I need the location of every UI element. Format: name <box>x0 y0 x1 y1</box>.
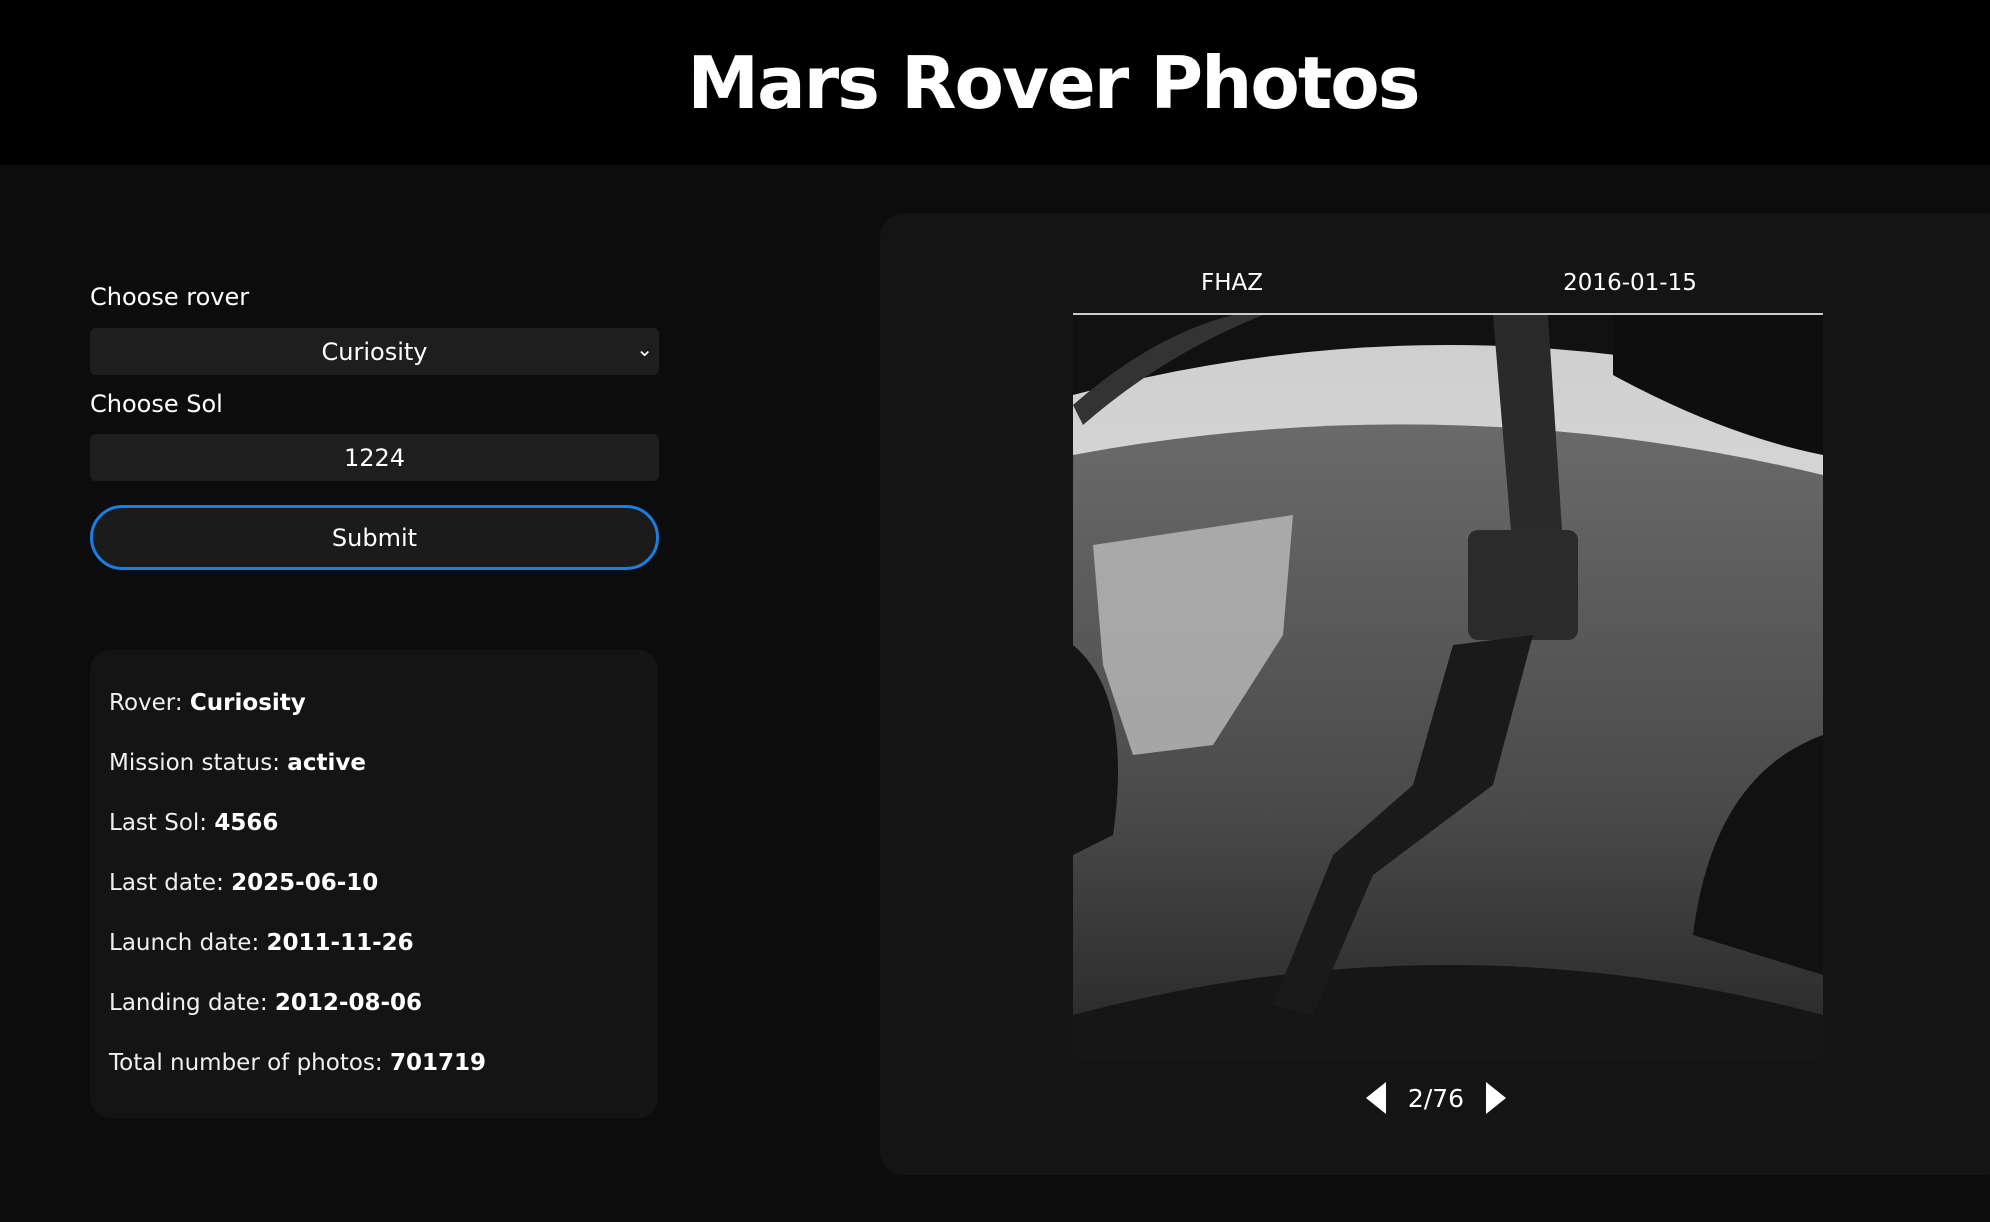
rover-info-card: Rover: Curiosity Mission status: active … <box>90 650 658 1118</box>
info-launch-date: Launch date: 2011-11-26 <box>109 930 414 956</box>
rover-label: Choose rover <box>90 283 250 311</box>
next-arrow-icon[interactable] <box>1486 1082 1507 1114</box>
page-title: Mars Rover Photos <box>687 40 1420 125</box>
photo-pager: 2/76 <box>871 1082 1990 1114</box>
chevron-down-icon: ⌄ <box>636 337 653 361</box>
sol-input[interactable]: 1224 <box>90 434 659 481</box>
camera-name: FHAZ <box>1200 270 1264 296</box>
photo-date: 2016-01-15 <box>1563 270 1697 296</box>
sol-label: Choose Sol <box>90 390 223 418</box>
info-rover: Rover: Curiosity <box>109 690 306 716</box>
submit-button[interactable]: Submit <box>90 505 659 570</box>
page-indicator: 2/76 <box>1407 1083 1465 1113</box>
info-landing-date: Landing date: 2012-08-06 <box>109 990 423 1016</box>
info-last-sol: Last Sol: 4566 <box>109 810 279 836</box>
info-mission-status: Mission status: active <box>109 750 366 776</box>
photo-viewer: FHAZ 2016-01-15 2/76 <box>880 213 1990 1175</box>
rover-photo <box>1073 313 1823 1062</box>
previous-arrow-icon[interactable] <box>1365 1082 1386 1114</box>
info-last-date: Last date: 2025-06-10 <box>109 870 379 896</box>
sol-input-value: 1224 <box>343 443 406 472</box>
page-header: Mars Rover Photos <box>0 0 1990 165</box>
rover-select-value: Curiosity <box>321 337 428 366</box>
rover-select[interactable]: Curiosity ⌄ <box>90 328 659 375</box>
info-total-photos: Total number of photos: 701719 <box>109 1050 486 1076</box>
